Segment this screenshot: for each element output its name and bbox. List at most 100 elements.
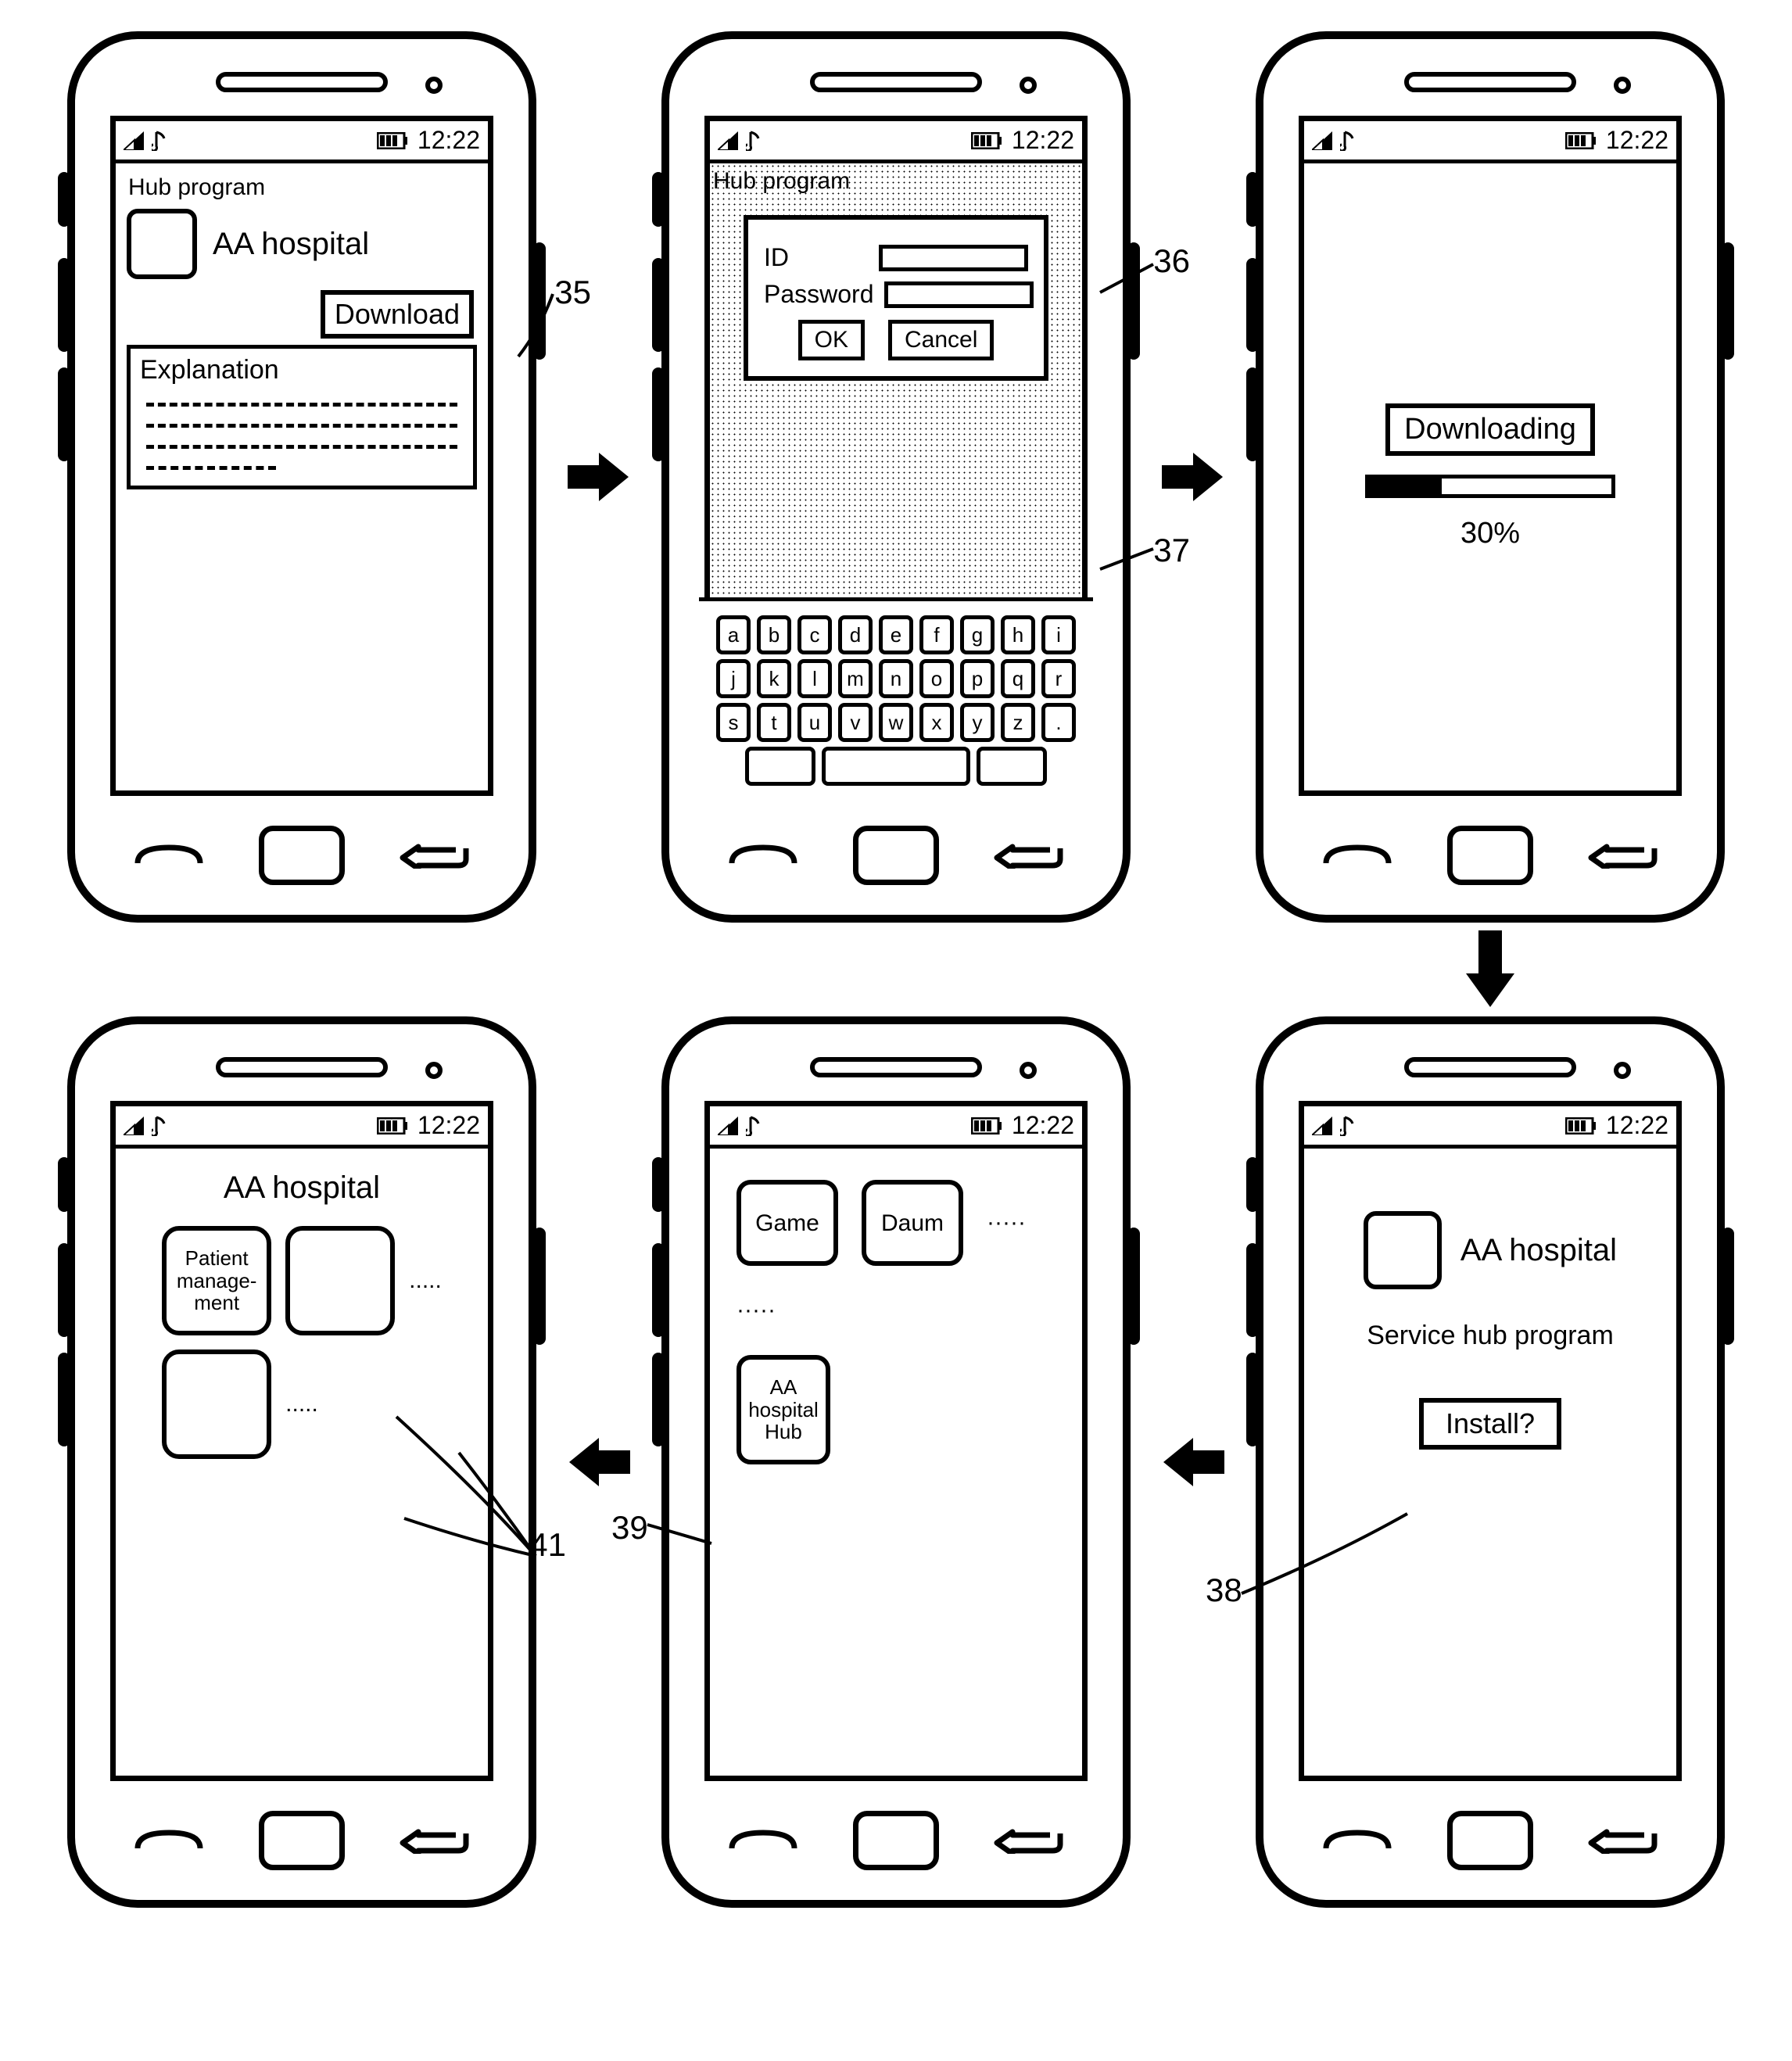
phone-5: 12:22 Game Daum ····· ····· AA hospital … bbox=[661, 1016, 1131, 1908]
phone-2: 12:22 Hub program ID Passwor bbox=[661, 31, 1131, 923]
reference-38: 38 bbox=[1206, 1572, 1242, 1609]
key-space[interactable] bbox=[822, 747, 970, 786]
back-button[interactable] bbox=[400, 842, 470, 869]
menu-button[interactable] bbox=[134, 844, 204, 867]
hardware-buttons bbox=[669, 826, 1123, 885]
key-d[interactable]: d bbox=[838, 615, 873, 654]
home-button[interactable] bbox=[853, 1811, 939, 1870]
install-button[interactable]: Install? bbox=[1419, 1398, 1561, 1450]
key-i[interactable]: i bbox=[1041, 615, 1076, 654]
menu-button[interactable] bbox=[134, 1829, 204, 1852]
key-h[interactable]: h bbox=[1001, 615, 1035, 654]
back-button[interactable] bbox=[400, 1827, 470, 1854]
battery-icon bbox=[377, 1117, 408, 1134]
menu-button[interactable] bbox=[728, 1829, 798, 1852]
flow-diagram: 12:22 Hub program AA hospital Download E… bbox=[36, 31, 1756, 1908]
key-t[interactable]: t bbox=[757, 703, 791, 742]
cancel-button[interactable]: Cancel bbox=[888, 320, 994, 360]
home-button[interactable] bbox=[1447, 1811, 1533, 1870]
key-r[interactable]: r bbox=[1041, 659, 1076, 698]
key-n[interactable]: n bbox=[879, 659, 913, 698]
phone-4: 12:22 AA hospital Service hub program In… bbox=[1256, 1016, 1725, 1908]
app-icon-daum[interactable]: Daum bbox=[862, 1180, 963, 1266]
key-c[interactable]: c bbox=[797, 615, 832, 654]
arrow-down-icon bbox=[1463, 930, 1518, 1009]
home-button[interactable] bbox=[1447, 826, 1533, 885]
key-j[interactable]: j bbox=[716, 659, 751, 698]
home-button[interactable] bbox=[259, 826, 345, 885]
progress-percent: 30% bbox=[1460, 517, 1520, 550]
login-dialog: ID Password OK Cancel bbox=[744, 215, 1048, 381]
reference-36: 36 bbox=[1153, 242, 1190, 280]
music-icon bbox=[746, 1116, 762, 1136]
key-u[interactable]: u bbox=[797, 703, 832, 742]
clock-text: 12:22 bbox=[418, 1111, 480, 1140]
explanation-label: Explanation bbox=[140, 355, 464, 385]
key-s[interactable]: s bbox=[716, 703, 751, 742]
key-m[interactable]: m bbox=[838, 659, 873, 698]
hardware-buttons bbox=[1263, 826, 1717, 885]
battery-icon bbox=[971, 132, 1002, 149]
reference-37: 37 bbox=[1153, 532, 1190, 569]
signal-icon bbox=[1312, 1117, 1332, 1135]
status-bar: 12:22 bbox=[1304, 121, 1676, 163]
hardware-buttons bbox=[1263, 1811, 1717, 1870]
ok-button[interactable]: OK bbox=[798, 320, 865, 360]
keyboard: abcdefghi jklmnopqr stuvwxyz. bbox=[699, 597, 1093, 798]
status-bar: 12:22 bbox=[710, 1106, 1082, 1149]
key-k[interactable]: k bbox=[757, 659, 791, 698]
status-bar: 12:22 bbox=[116, 1106, 488, 1149]
key-v[interactable]: v bbox=[838, 703, 873, 742]
menu-button[interactable] bbox=[728, 844, 798, 867]
reference-41: 41 bbox=[529, 1526, 566, 1564]
home-button[interactable] bbox=[259, 1811, 345, 1870]
key-x[interactable]: x bbox=[919, 703, 954, 742]
sub-app-blank[interactable] bbox=[162, 1350, 271, 1459]
back-button[interactable] bbox=[994, 1827, 1064, 1854]
menu-button[interactable] bbox=[1322, 844, 1392, 867]
key-g[interactable]: g bbox=[960, 615, 995, 654]
app-icon bbox=[127, 209, 197, 279]
arrow-right-icon bbox=[568, 450, 630, 504]
key-z[interactable]: z bbox=[1001, 703, 1035, 742]
signal-icon bbox=[718, 131, 738, 150]
back-button[interactable] bbox=[1588, 842, 1658, 869]
sub-app-blank[interactable] bbox=[285, 1226, 395, 1335]
home-button[interactable] bbox=[853, 826, 939, 885]
key-f[interactable]: f bbox=[919, 615, 954, 654]
clock-text: 12:22 bbox=[1606, 126, 1668, 155]
key-l[interactable]: l bbox=[797, 659, 832, 698]
app-icon-game[interactable]: Game bbox=[737, 1180, 838, 1266]
battery-icon bbox=[377, 132, 408, 149]
key-blank[interactable] bbox=[745, 747, 815, 786]
page-title: Hub program bbox=[128, 174, 477, 201]
explanation-box: Explanation bbox=[127, 345, 477, 489]
app-icon-hub[interactable]: AA hospital Hub bbox=[737, 1355, 830, 1464]
key-p[interactable]: p bbox=[960, 659, 995, 698]
clock-text: 12:22 bbox=[418, 126, 480, 155]
id-input[interactable] bbox=[879, 245, 1028, 271]
status-bar: 12:22 bbox=[116, 121, 488, 163]
key-w[interactable]: w bbox=[879, 703, 913, 742]
reference-35: 35 bbox=[554, 274, 591, 311]
download-button[interactable]: Download bbox=[321, 290, 474, 339]
battery-icon bbox=[1565, 1117, 1597, 1134]
key-y[interactable]: y bbox=[960, 703, 995, 742]
key-e[interactable]: e bbox=[879, 615, 913, 654]
key-blank[interactable] bbox=[977, 747, 1047, 786]
hardware-buttons bbox=[75, 1811, 529, 1870]
key-.[interactable]: . bbox=[1041, 703, 1076, 742]
key-b[interactable]: b bbox=[757, 615, 791, 654]
sub-app-patient[interactable]: Patient manage- ment bbox=[162, 1226, 271, 1335]
downloading-label: Downloading bbox=[1385, 403, 1595, 456]
back-button[interactable] bbox=[994, 842, 1064, 869]
key-q[interactable]: q bbox=[1001, 659, 1035, 698]
status-bar: 12:22 bbox=[1304, 1106, 1676, 1149]
key-a[interactable]: a bbox=[716, 615, 751, 654]
password-input[interactable] bbox=[884, 281, 1034, 308]
back-button[interactable] bbox=[1588, 1827, 1658, 1854]
clock-text: 12:22 bbox=[1606, 1111, 1668, 1140]
menu-button[interactable] bbox=[1322, 1829, 1392, 1852]
music-icon bbox=[152, 1116, 167, 1136]
key-o[interactable]: o bbox=[919, 659, 954, 698]
